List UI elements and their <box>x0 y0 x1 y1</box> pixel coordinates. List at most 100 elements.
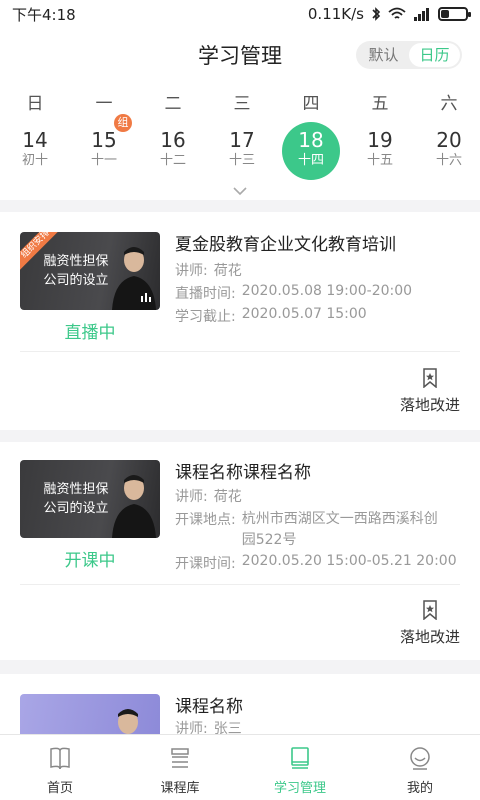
calendar-day-fri[interactable]: 五 19 十五 <box>345 82 415 180</box>
live-bars-icon <box>141 293 151 302</box>
wifi-icon <box>388 7 406 19</box>
lunar-date: 十五 <box>366 153 393 168</box>
bluetooth-icon <box>372 7 381 21</box>
status-time: 下午4:18 <box>12 5 76 24</box>
weekday-label: 五 <box>371 94 389 114</box>
action-label: 落地改进 <box>399 628 460 646</box>
info-value: 杭州市西湖区文一西路西溪科创园522号 <box>241 511 438 548</box>
header: 学习管理 默认 日历 <box>0 28 480 82</box>
course-info-row: 讲师: 荷花 <box>175 486 242 506</box>
bookmark-star-icon <box>423 368 437 388</box>
course-thumbnail: 融资性担保 公司的设立 组织安排 <box>20 232 160 310</box>
bottom-tab-bar: 首页 课程库 学习管理 我的 <box>0 734 480 800</box>
course-card[interactable]: 融资性担保 公司的设立 开课中 课程名称课程名称 讲师: 荷花 开课地点: 杭州市西… <box>0 442 480 660</box>
weekday-label: 一 <box>95 94 113 114</box>
weekday-label: 四 <box>302 94 320 114</box>
info-value: 2020.05.07 15:00 <box>241 306 367 322</box>
card-divider <box>20 351 460 352</box>
card-divider <box>20 584 460 585</box>
toggle-calendar[interactable]: 日历 <box>409 43 460 67</box>
course-card[interactable]: 融资性担保 公司的设立 组织安排 直播中 夏金股教育企业文化教育培训 讲师: 荷花… <box>0 212 480 430</box>
tab-study-management[interactable]: 学习管理 <box>240 735 360 800</box>
user-icon <box>410 747 430 770</box>
course-info-row: 学习截止: 2020.05.07 15:00 <box>175 306 367 326</box>
book-icon <box>50 747 70 770</box>
toggle-default[interactable]: 默认 <box>358 43 409 67</box>
tab-home[interactable]: 首页 <box>0 735 120 800</box>
tab-course-library[interactable]: 课程库 <box>120 735 240 800</box>
info-label: 讲师: <box>175 263 208 279</box>
day-number: 18 <box>298 128 324 152</box>
status-bar: 下午4:18 0.11K/s <box>0 0 480 28</box>
info-value: 张三 <box>213 721 242 734</box>
info-label: 学习截止: <box>175 309 236 325</box>
tab-label: 课程库 <box>160 781 200 796</box>
view-toggle: 默认 日历 <box>356 41 462 69</box>
lunar-date: 十一 <box>90 153 117 168</box>
tab-label: 学习管理 <box>273 781 326 796</box>
landing-improve-button[interactable]: 落地改进 <box>398 368 462 415</box>
lunar-date: 十三 <box>228 153 255 168</box>
info-label: 开课时间: <box>175 556 236 572</box>
thumbnail-text: 融资性担保 公司的设立 <box>43 254 109 288</box>
day-number: 20 <box>436 128 462 152</box>
calendar-day-sun[interactable]: 日 14 初十 <box>0 82 70 180</box>
tab-label: 首页 <box>46 781 73 796</box>
chevron-down-icon[interactable] <box>232 183 248 199</box>
course-info-row: 开课地点: 杭州市西湖区文一西路西溪科创园522号 <box>175 509 442 551</box>
course-thumbnail: 融资性担保 公司的设立 <box>20 460 160 538</box>
calendar-day-thu[interactable]: 四 18 十四 <box>276 82 346 180</box>
day-number: 14 <box>22 128 48 152</box>
course-title: 课程名称课程名称 <box>175 463 311 483</box>
day-number: 16 <box>160 128 186 152</box>
info-label: 讲师: <box>175 721 208 734</box>
weekday-label: 六 <box>440 94 458 114</box>
info-label: 讲师: <box>175 489 208 505</box>
bookmark-star-icon <box>423 600 437 620</box>
course-card[interactable]: 课程名称 讲师: 张三 <box>0 674 480 734</box>
lunar-date: 十四 <box>297 153 324 168</box>
tab-mine[interactable]: 我的 <box>360 735 480 800</box>
course-status: 直播中 <box>64 323 116 343</box>
info-value: 荷花 <box>213 489 242 505</box>
calendar-day-wed[interactable]: 三 17 十三 <box>207 82 277 180</box>
section-divider <box>0 660 480 674</box>
course-info-row: 讲师: 荷花 <box>175 260 242 280</box>
action-label: 落地改进 <box>399 396 460 414</box>
thumbnail-text: 融资性担保 公司的设立 <box>43 482 109 516</box>
day-number: 17 <box>229 128 255 152</box>
landing-improve-button[interactable]: 落地改进 <box>398 600 462 647</box>
info-label: 开课地点: <box>175 512 236 528</box>
section-divider <box>0 200 480 212</box>
weekday-label: 二 <box>164 94 182 114</box>
course-status: 开课中 <box>64 551 116 571</box>
course-info-row: 直播时间: 2020.05.08 19:00-20:00 <box>175 283 412 303</box>
info-value: 2020.05.20 15:00-05.21 20:00 <box>241 553 457 569</box>
battery-icon <box>438 7 471 21</box>
tab-label: 我的 <box>406 781 433 796</box>
course-info-row: 讲师: 张三 <box>175 718 242 734</box>
group-badge: 组 <box>114 114 132 132</box>
lecturer-photo <box>118 709 138 734</box>
info-value: 荷花 <box>213 263 242 279</box>
signal-icon <box>414 8 429 21</box>
calendar-strip: 日 14 初十 一 15 十一组 二 16 十二 三 17 十三 四 18 十四 五 19… <box>0 82 480 200</box>
lunar-date: 初十 <box>21 153 48 168</box>
info-label: 直播时间: <box>175 286 236 302</box>
lunar-date: 十二 <box>159 153 186 168</box>
weekday-label: 日 <box>26 94 44 114</box>
day-number: 19 <box>367 128 393 152</box>
section-divider <box>0 430 480 442</box>
calendar-day-sat[interactable]: 六 20 十六 <box>414 82 480 180</box>
course-title: 夏金股教育企业文化教育培训 <box>175 235 396 255</box>
info-value: 2020.05.08 19:00-20:00 <box>241 283 413 299</box>
calendar-day-tue[interactable]: 二 16 十二 <box>138 82 208 180</box>
stack-icon <box>171 748 189 768</box>
weekday-label: 三 <box>233 94 251 114</box>
lunar-date: 十六 <box>435 153 462 168</box>
network-speed: 0.11K/s <box>307 5 364 23</box>
course-title: 课程名称 <box>175 697 243 717</box>
notebook-icon <box>291 747 309 769</box>
course-thumbnail <box>20 694 160 734</box>
calendar-day-mon[interactable]: 一 15 十一组 <box>69 82 139 180</box>
